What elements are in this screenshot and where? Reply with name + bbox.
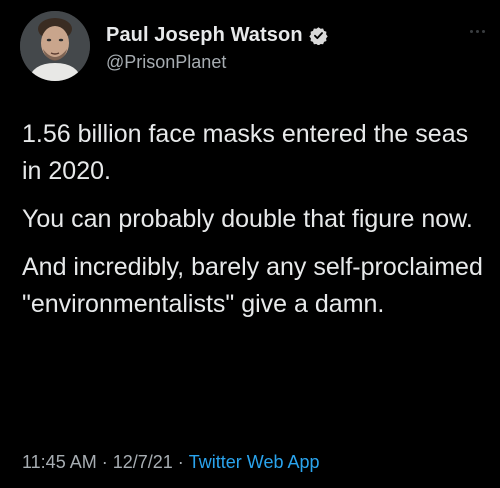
author-handle[interactable]: @PrisonPlanet (106, 52, 226, 73)
verified-badge-icon (308, 26, 328, 46)
avatar-image (20, 11, 90, 81)
tweet-source-link[interactable]: Twitter Web App (189, 452, 320, 472)
more-options-icon[interactable] (470, 28, 488, 34)
tweet-card: Paul Joseph Watson @PrisonPlanet 1.56 bi… (0, 0, 500, 488)
tweet-date[interactable]: 12/7/21 (113, 452, 173, 472)
author-display-name[interactable]: Paul Joseph Watson (106, 24, 303, 47)
author-name-row[interactable]: Paul Joseph Watson (106, 24, 328, 47)
tweet-time[interactable]: 11:45 AM (22, 452, 97, 472)
meta-separator: · (101, 452, 108, 472)
avatar[interactable] (20, 11, 90, 81)
meta-separator: · (177, 452, 184, 472)
tweet-paragraph: 1.56 billion face masks entered the seas… (22, 120, 469, 185)
tweet-paragraph: You can probably double that figure now. (22, 205, 473, 233)
tweet-meta: 11:45 AM · 12/7/21 · Twitter Web App (22, 452, 320, 473)
tweet-text: 1.56 billion face masks entered the seas… (22, 116, 492, 334)
tweet-paragraph: And incredibly, barely any self-proclaim… (22, 253, 483, 318)
